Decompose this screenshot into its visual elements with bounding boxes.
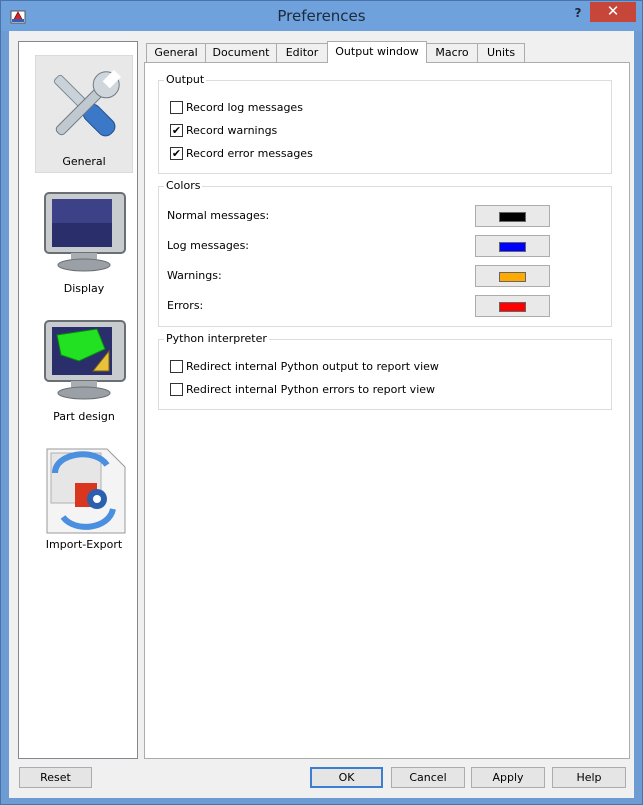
wrench-screwdriver-icon: [36, 60, 134, 152]
checkbox-label: Record warnings: [186, 124, 278, 137]
page-item-part-design[interactable]: Part design: [35, 311, 133, 429]
color-label: Log messages:: [167, 239, 250, 252]
checkbox-box[interactable]: [170, 383, 183, 396]
tab-editor[interactable]: Editor: [276, 43, 328, 63]
color-swatch: [499, 272, 526, 282]
checkbox-box[interactable]: [170, 360, 183, 373]
checkbox-label: Record log messages: [186, 101, 303, 114]
checkbox-box[interactable]: [170, 101, 183, 114]
ok-button[interactable]: OK: [310, 767, 383, 788]
checkmark-icon[interactable]: ✔: [170, 124, 183, 137]
group-title: Output: [164, 73, 207, 86]
title-bar[interactable]: Preferences ? ✕: [1, 1, 642, 31]
page-item-general[interactable]: General: [35, 55, 133, 173]
checkmark-icon[interactable]: ✔: [170, 147, 183, 160]
tab-macro[interactable]: Macro: [426, 43, 478, 63]
output-window-panel: Output Record log messages ✔ Record warn…: [144, 62, 630, 759]
log-messages-color-button[interactable]: [475, 235, 550, 257]
python-interpreter-group: Python interpreter Redirect internal Pyt…: [158, 332, 612, 410]
warnings-color-row: Warnings:: [167, 265, 605, 287]
tab-units[interactable]: Units: [477, 43, 525, 63]
preferences-window: Preferences ? ✕ General Display Part des…: [0, 0, 643, 805]
tab-general[interactable]: General: [146, 43, 206, 63]
reset-button[interactable]: Reset: [19, 767, 92, 788]
output-group: Output Record log messages ✔ Record warn…: [158, 73, 612, 174]
log-messages-color-row: Log messages:: [167, 235, 605, 257]
sidebar-item-label: Import-Export: [45, 538, 123, 551]
help-button[interactable]: Help: [552, 767, 626, 788]
tab-document[interactable]: Document: [205, 43, 277, 63]
errors-color-button[interactable]: [475, 295, 550, 317]
checkbox-label: Redirect internal Python errors to repor…: [186, 383, 436, 396]
sidebar-item-label: Part design: [53, 410, 115, 423]
import-export-icon: [35, 443, 133, 535]
cancel-button[interactable]: Cancel: [391, 767, 465, 788]
normal-messages-color-button[interactable]: [475, 205, 550, 227]
group-title: Colors: [164, 179, 203, 192]
monitor-icon: [35, 187, 133, 279]
close-button[interactable]: ✕: [590, 2, 636, 22]
group-title: Python interpreter: [164, 332, 269, 345]
warnings-color-button[interactable]: [475, 265, 550, 287]
errors-color-row: Errors:: [167, 295, 605, 317]
color-swatch: [499, 302, 526, 312]
page-item-display[interactable]: Display: [35, 183, 133, 301]
colors-group: Colors Normal messages: Log messages: Wa…: [158, 179, 612, 327]
color-swatch: [499, 212, 526, 222]
color-label: Normal messages:: [167, 209, 270, 222]
normal-messages-color-row: Normal messages:: [167, 205, 605, 227]
sidebar-item-label: Display: [63, 282, 105, 295]
checkbox-label: Redirect internal Python output to repor…: [186, 360, 439, 373]
color-label: Errors:: [167, 299, 204, 312]
dialog-body: General Display Part design Import-Expor…: [9, 31, 634, 798]
checkbox-label: Record error messages: [186, 147, 313, 160]
preference-pages-list[interactable]: General Display Part design Import-Expor…: [18, 41, 138, 759]
color-swatch: [499, 242, 526, 252]
page-item-import-export[interactable]: Import-Export: [35, 439, 133, 557]
apply-button[interactable]: Apply: [471, 767, 545, 788]
sidebar-item-label: General: [62, 155, 106, 168]
tab-output-window[interactable]: Output window: [327, 41, 427, 63]
window-title: Preferences: [277, 7, 366, 25]
part-design-monitor-icon: [35, 315, 133, 407]
color-label: Warnings:: [167, 269, 222, 282]
context-help-button[interactable]: ?: [565, 3, 591, 23]
